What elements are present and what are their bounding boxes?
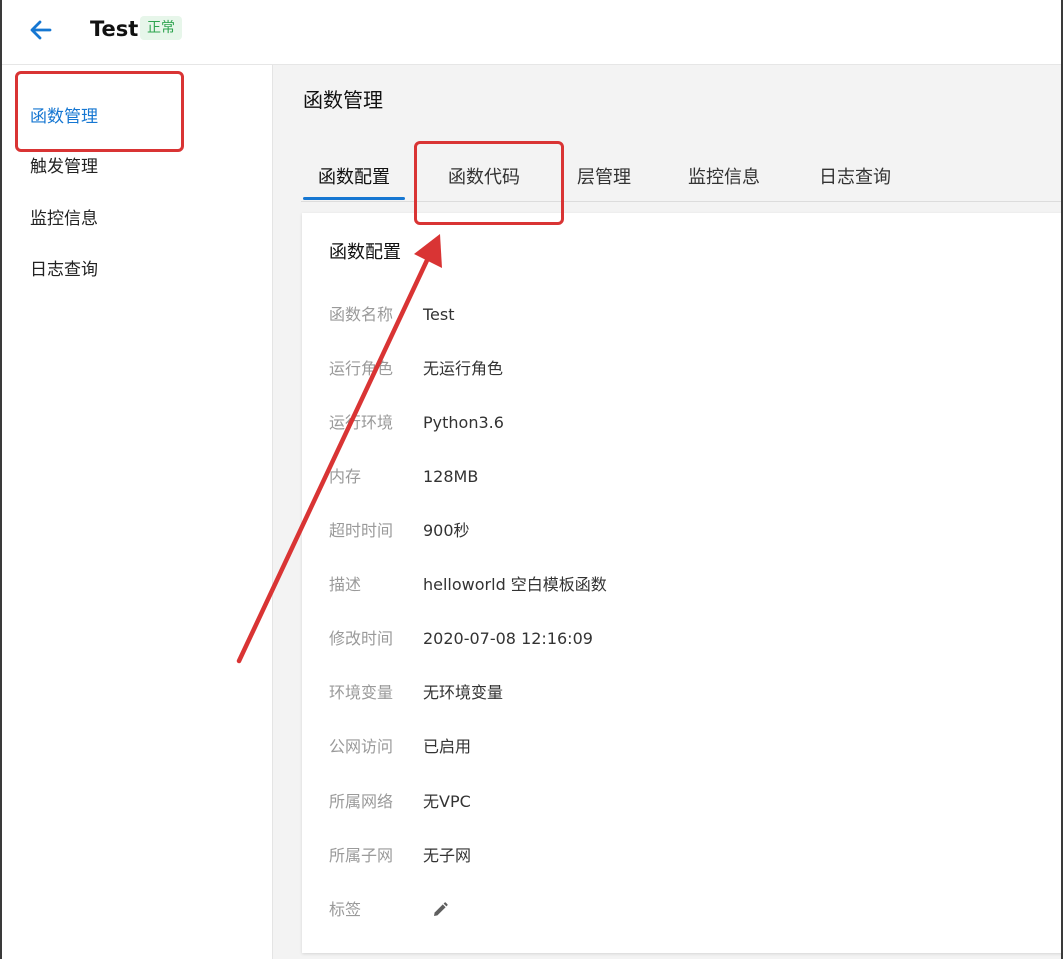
field-label: 环境变量	[329, 683, 394, 702]
arrow-left-icon	[30, 20, 52, 40]
tab-function-config[interactable]: 函数配置	[315, 163, 393, 199]
field-value: 128MB	[423, 467, 479, 486]
field-value: 无子网	[423, 846, 472, 865]
main-content: 函数管理 函数配置 函数代码 层管理 监控信息 日志查询 函数配置 函数名称 T…	[273, 65, 1061, 959]
field-label: 所属子网	[329, 846, 394, 865]
sidebar-item-log-query[interactable]: 日志查询	[30, 258, 98, 282]
tab-function-code[interactable]: 函数代码	[445, 163, 523, 199]
function-name-title: Test	[90, 17, 139, 41]
tab-log-query[interactable]: 日志查询	[816, 163, 894, 199]
back-button[interactable]	[26, 15, 56, 45]
field-value: 2020-07-08 12:16:09	[423, 629, 593, 648]
field-value: 900秒	[423, 521, 470, 540]
tab-monitoring[interactable]: 监控信息	[685, 163, 763, 199]
field-value: 无VPC	[423, 792, 471, 811]
field-value: 无运行角色	[423, 359, 504, 378]
field-label: 公网访问	[329, 737, 394, 756]
page-title: 函数管理	[303, 88, 383, 112]
field-label: 函数名称	[329, 305, 394, 324]
top-header: Test 正常	[2, 0, 1061, 65]
field-label: 超时时间	[329, 521, 394, 540]
status-badge: 正常	[140, 16, 182, 40]
field-label: 标签	[329, 900, 362, 919]
sidebar-item-trigger-management[interactable]: 触发管理	[30, 155, 98, 179]
field-label: 修改时间	[329, 629, 394, 648]
sidebar-item-monitoring[interactable]: 监控信息	[30, 207, 98, 231]
field-label: 运行环境	[329, 413, 394, 432]
tab-bar: 函数配置 函数代码 层管理 监控信息 日志查询	[301, 163, 1061, 202]
sidebar-item-function-management[interactable]: 函数管理	[30, 105, 98, 129]
field-value: 已启用	[423, 737, 472, 756]
pencil-icon[interactable]	[431, 901, 449, 919]
field-value: 无环境变量	[423, 683, 504, 702]
field-label: 所属网络	[329, 792, 394, 811]
field-label: 内存	[329, 467, 362, 486]
app-window: Test 正常 函数管理 触发管理 监控信息 日志查询 函数管理 函数配置 函数…	[0, 0, 1063, 959]
field-value: Test	[423, 305, 455, 324]
card-title: 函数配置	[329, 242, 401, 263]
tab-layer-management[interactable]: 层管理	[574, 163, 634, 199]
field-label: 运行角色	[329, 359, 394, 378]
field-label: 描述	[329, 575, 362, 594]
field-value: Python3.6	[423, 413, 504, 432]
active-tab-indicator	[303, 197, 405, 200]
field-value: helloworld 空白模板函数	[423, 575, 607, 594]
sidebar: 函数管理 触发管理 监控信息 日志查询	[2, 65, 273, 959]
config-card: 函数配置 函数名称 Test 运行角色 无运行角色 运行环境 Python3.6…	[302, 213, 1061, 953]
